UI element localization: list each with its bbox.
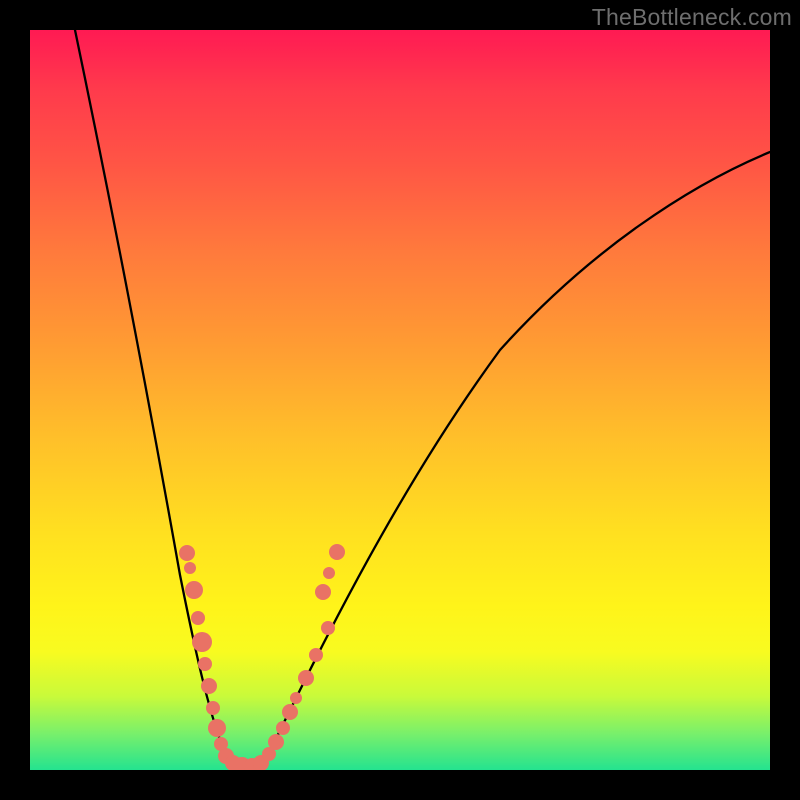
chart-dot <box>323 567 335 579</box>
chart-dot <box>276 721 290 735</box>
chart-dot <box>321 621 335 635</box>
right-branch-curve <box>265 152 770 761</box>
chart-stage: TheBottleneck.com <box>0 0 800 800</box>
dot-layer <box>179 544 345 770</box>
chart-dot <box>185 581 203 599</box>
chart-dot <box>315 584 331 600</box>
chart-dot <box>192 632 212 652</box>
plot-area <box>30 30 770 770</box>
chart-dot <box>268 734 284 750</box>
curve-layer <box>30 30 770 770</box>
chart-dot <box>198 657 212 671</box>
chart-dot <box>329 544 345 560</box>
chart-dot <box>208 719 226 737</box>
chart-dot <box>309 648 323 662</box>
chart-dot <box>201 678 217 694</box>
chart-dot <box>191 611 205 625</box>
chart-dot <box>184 562 196 574</box>
watermark-text: TheBottleneck.com <box>592 4 792 31</box>
chart-dot <box>179 545 195 561</box>
chart-dot <box>298 670 314 686</box>
chart-dot <box>282 704 298 720</box>
chart-dot <box>206 701 220 715</box>
chart-dot <box>290 692 302 704</box>
